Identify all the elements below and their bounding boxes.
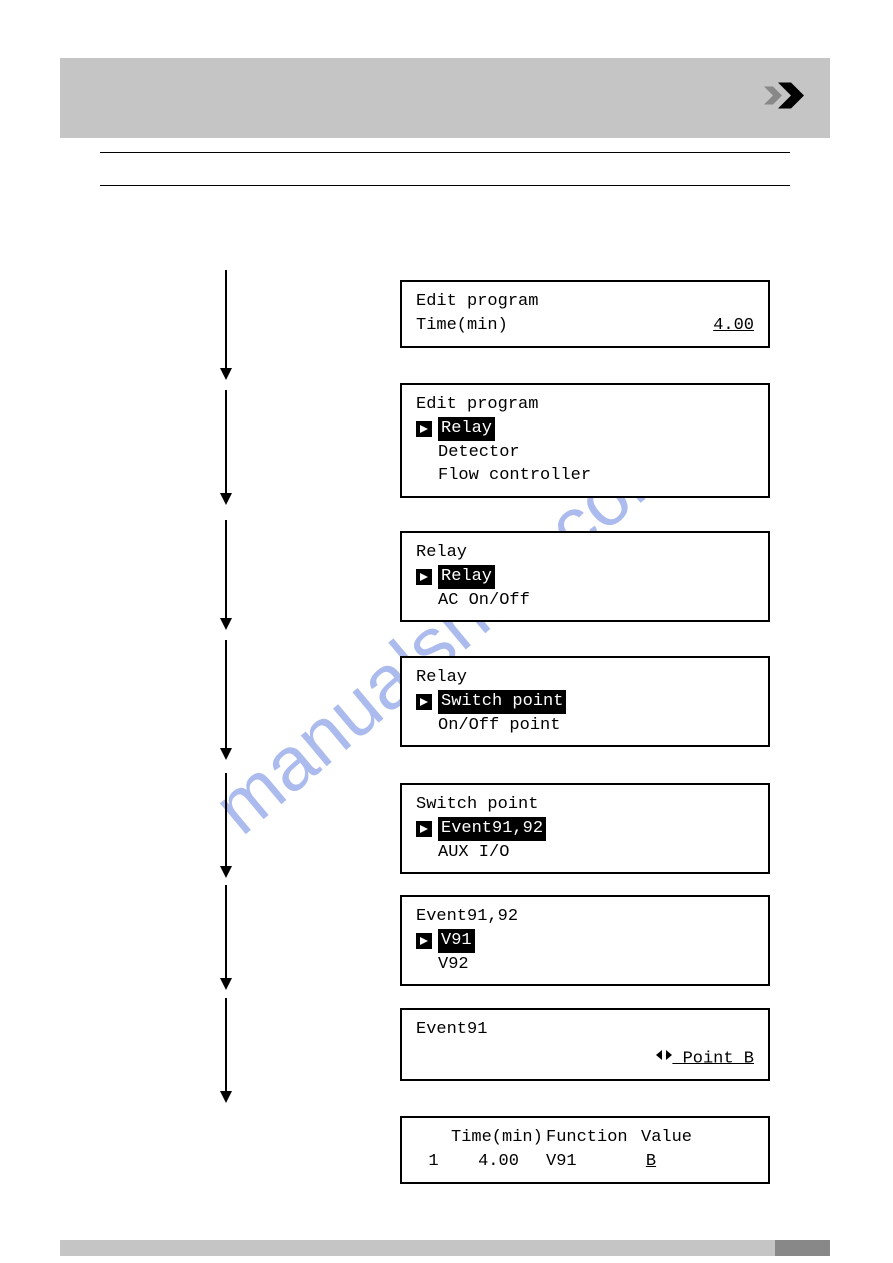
arrow-down-icon	[218, 390, 234, 505]
row-index: 1	[416, 1150, 451, 1174]
arrow-right-icon	[416, 933, 432, 949]
divider	[100, 185, 790, 186]
row-value[interactable]: B	[641, 1150, 661, 1174]
col-function: Function	[546, 1126, 641, 1150]
panel-title: Relay	[416, 541, 754, 565]
arrow-down-icon	[218, 520, 234, 630]
panel-title: Relay	[416, 666, 754, 690]
left-right-arrow-icon	[656, 1046, 672, 1070]
arrow-down-icon	[218, 640, 234, 760]
col-time: Time(min)	[451, 1126, 546, 1150]
col-value: Value	[641, 1126, 692, 1150]
menu-item-event9192[interactable]: Event91,92	[438, 817, 546, 841]
panel-title: Edit program	[416, 393, 754, 417]
row-function: V91	[546, 1150, 641, 1174]
menu-item-relay[interactable]: Relay	[438, 565, 495, 589]
arrow-down-icon	[218, 773, 234, 878]
menu-item-switch-point[interactable]: Switch point	[438, 690, 566, 714]
panel-relay: Relay Relay AC On/Off	[400, 531, 770, 622]
menu-item-ac-onoff[interactable]: AC On/Off	[416, 589, 754, 613]
divider	[100, 152, 790, 153]
footer-bar	[60, 1240, 830, 1256]
time-value[interactable]: 4.00	[674, 314, 754, 338]
panel-event91: Event91 Point B	[400, 1008, 770, 1081]
double-chevron-icon	[764, 83, 808, 114]
panel-edit-time: Edit program Time(min) 4.00	[400, 280, 770, 348]
arrow-right-icon	[416, 569, 432, 585]
point-value[interactable]: Point B	[672, 1049, 754, 1068]
footer-page-box	[775, 1240, 830, 1256]
panel-title: Event91,92	[416, 905, 754, 929]
arrow-down-icon	[218, 998, 234, 1103]
panel-title: Edit program	[416, 290, 754, 314]
arrow-right-icon	[416, 821, 432, 837]
panel-event9192: Event91,92 V91 V92	[400, 895, 770, 986]
menu-item-flow-controller[interactable]: Flow controller	[416, 464, 754, 488]
menu-item-v92[interactable]: V92	[416, 953, 754, 977]
time-label: Time(min)	[416, 314, 508, 338]
arrow-down-icon	[218, 885, 234, 990]
menu-item-detector[interactable]: Detector	[416, 441, 754, 465]
table-row: 1 4.00 V91 B	[416, 1150, 754, 1174]
panel-title: Switch point	[416, 793, 754, 817]
menu-item-aux-io[interactable]: AUX I/O	[416, 841, 754, 865]
panel-title: Event91	[416, 1018, 754, 1042]
menu-item-onoff-point[interactable]: On/Off point	[416, 714, 754, 738]
row-time: 4.00	[451, 1150, 546, 1174]
arrow-right-icon	[416, 421, 432, 437]
panel-relay-switch: Relay Switch point On/Off point	[400, 656, 770, 747]
panel-switch-point: Switch point Event91,92 AUX I/O	[400, 783, 770, 874]
panel-edit-program: Edit program Relay Detector Flow control…	[400, 383, 770, 498]
arrow-right-icon	[416, 694, 432, 710]
menu-item-v91[interactable]: V91	[438, 929, 475, 953]
arrow-down-icon	[218, 270, 234, 380]
menu-item-relay[interactable]: Relay	[438, 417, 495, 441]
header-bar	[60, 58, 830, 138]
panel-summary-table: Time(min) Function Value 1 4.00 V91 B	[400, 1116, 770, 1184]
